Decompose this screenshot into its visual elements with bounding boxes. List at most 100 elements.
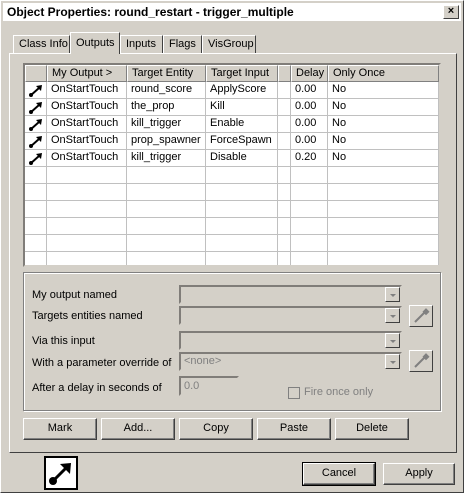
cell-delay xyxy=(291,218,328,235)
cell-my-output xyxy=(47,167,127,184)
column-header-target-entity[interactable]: Target Entity xyxy=(127,65,206,82)
chevron-down-icon[interactable] xyxy=(385,287,400,302)
via-input-label: Via this input xyxy=(32,335,95,347)
fire-once-label: Fire once only xyxy=(304,386,374,398)
cell-delay xyxy=(291,201,328,218)
table-row[interactable]: OnStartTouch kill_trigger Enable 0.00 No xyxy=(25,116,439,133)
delete-button[interactable]: Delete xyxy=(335,418,409,440)
output-connection-icon xyxy=(49,463,71,485)
tab-inputs[interactable]: Inputs xyxy=(120,35,163,53)
cell-only-once: No xyxy=(328,116,439,133)
add-button[interactable]: Add... xyxy=(101,418,175,440)
cell-target-entity: kill_trigger xyxy=(127,150,206,167)
cell-only-once xyxy=(328,235,439,252)
cell-delay: 0.00 xyxy=(291,99,328,116)
paste-button[interactable]: Paste xyxy=(257,418,331,440)
cell-target-entity: round_score xyxy=(127,82,206,99)
tab-flags[interactable]: Flags xyxy=(163,35,202,53)
mark-button[interactable]: Mark xyxy=(23,418,97,440)
cell-blank xyxy=(278,167,291,184)
cancel-button[interactable]: Cancel xyxy=(302,462,376,486)
copy-button[interactable]: Copy xyxy=(179,418,253,440)
cell-target-entity xyxy=(127,167,206,184)
chevron-down-icon[interactable] xyxy=(385,333,400,348)
cell-target-entity: kill_trigger xyxy=(127,116,206,133)
cell-only-once xyxy=(328,252,439,265)
cell-my-output: OnStartTouch xyxy=(47,150,127,167)
pick-parameter-button[interactable] xyxy=(409,350,433,372)
target-entity-combo[interactable] xyxy=(179,306,402,325)
my-output-label: My output named xyxy=(32,289,117,301)
tab-label: Inputs xyxy=(126,38,156,50)
output-connection-icon xyxy=(29,85,42,97)
cell-blank xyxy=(278,116,291,133)
delay-input[interactable]: 0.0 xyxy=(179,376,239,396)
table-row xyxy=(25,184,439,201)
cell-icon xyxy=(25,201,47,218)
my-output-combo[interactable] xyxy=(179,285,402,304)
cell-my-output: OnStartTouch xyxy=(47,82,127,99)
targets-label: Targets entities named xyxy=(32,310,143,322)
cell-my-output xyxy=(47,201,127,218)
cell-my-output xyxy=(47,218,127,235)
table-row xyxy=(25,167,439,184)
table-row xyxy=(25,252,439,265)
column-header-blank[interactable] xyxy=(278,65,291,82)
column-header-delay[interactable]: Delay xyxy=(291,65,328,82)
cell-delay: 0.00 xyxy=(291,82,328,99)
tab-label: Class Info xyxy=(19,38,68,50)
column-header-only-once[interactable]: Only Once xyxy=(328,65,439,82)
cell-my-output: OnStartTouch xyxy=(47,99,127,116)
chevron-down-icon[interactable] xyxy=(385,308,400,323)
outputs-list-header: My Output > Target Entity Target Input D… xyxy=(25,65,439,82)
delay-label-text: After a delay in seconds of xyxy=(32,382,162,394)
outputs-list[interactable]: My Output > Target Entity Target Input D… xyxy=(23,63,441,267)
close-button[interactable]: × xyxy=(443,5,459,19)
cell-target-input xyxy=(206,218,278,235)
cell-only-once xyxy=(328,218,439,235)
output-connection-icon xyxy=(29,153,42,165)
cell-only-once: No xyxy=(328,150,439,167)
cell-blank xyxy=(278,99,291,116)
cell-blank xyxy=(278,252,291,265)
delay-label: After a delay in seconds of xyxy=(32,382,162,394)
table-row[interactable]: OnStartTouch round_score ApplyScore 0.00 No xyxy=(25,82,439,99)
parameter-combo[interactable]: <none> xyxy=(179,352,402,371)
cell-icon xyxy=(25,99,47,116)
title-bar[interactable]: Object Properties: round_restart - trigg… xyxy=(3,3,461,22)
chevron-down-icon[interactable] xyxy=(385,354,400,369)
cell-only-once xyxy=(328,167,439,184)
targets-label-text: Targets entities named xyxy=(32,310,143,322)
table-row[interactable]: OnStartTouch prop_spawner ForceSpawn 0.00 No xyxy=(25,133,439,150)
pick-entity-button[interactable] xyxy=(409,305,433,327)
table-row[interactable]: OnStartTouch kill_trigger Disable 0.20 No xyxy=(25,150,439,167)
cell-blank xyxy=(278,201,291,218)
cell-my-output xyxy=(47,235,127,252)
column-header-icon[interactable] xyxy=(25,65,47,82)
parameter-label: With a parameter override of xyxy=(32,357,171,369)
cell-icon xyxy=(25,116,47,133)
parameter-value: <none> xyxy=(184,355,222,367)
table-row[interactable]: OnStartTouch the_prop Kill 0.00 No xyxy=(25,99,439,116)
cell-target-input: ForceSpawn xyxy=(206,133,278,150)
tab-visgroup[interactable]: VisGroup xyxy=(202,35,256,53)
cell-only-once xyxy=(328,201,439,218)
cell-delay xyxy=(291,167,328,184)
cell-target-entity xyxy=(127,235,206,252)
tab-class-info[interactable]: Class Info xyxy=(13,35,70,53)
cell-icon xyxy=(25,82,47,99)
target-input-combo[interactable] xyxy=(179,331,402,350)
cell-delay xyxy=(291,184,328,201)
column-header-target-input[interactable]: Target Input xyxy=(206,65,278,82)
cell-only-once: No xyxy=(328,99,439,116)
entity-output-large-icon xyxy=(44,456,78,490)
tab-outputs[interactable]: Outputs xyxy=(70,32,120,54)
cell-blank xyxy=(278,184,291,201)
table-row xyxy=(25,218,439,235)
fire-once-checkbox[interactable] xyxy=(288,387,300,399)
delay-value: 0.0 xyxy=(184,380,200,392)
cell-icon xyxy=(25,167,47,184)
column-header-my-output[interactable]: My Output > xyxy=(47,65,127,82)
output-connection-icon xyxy=(29,102,42,114)
apply-button[interactable]: Apply xyxy=(383,463,455,485)
